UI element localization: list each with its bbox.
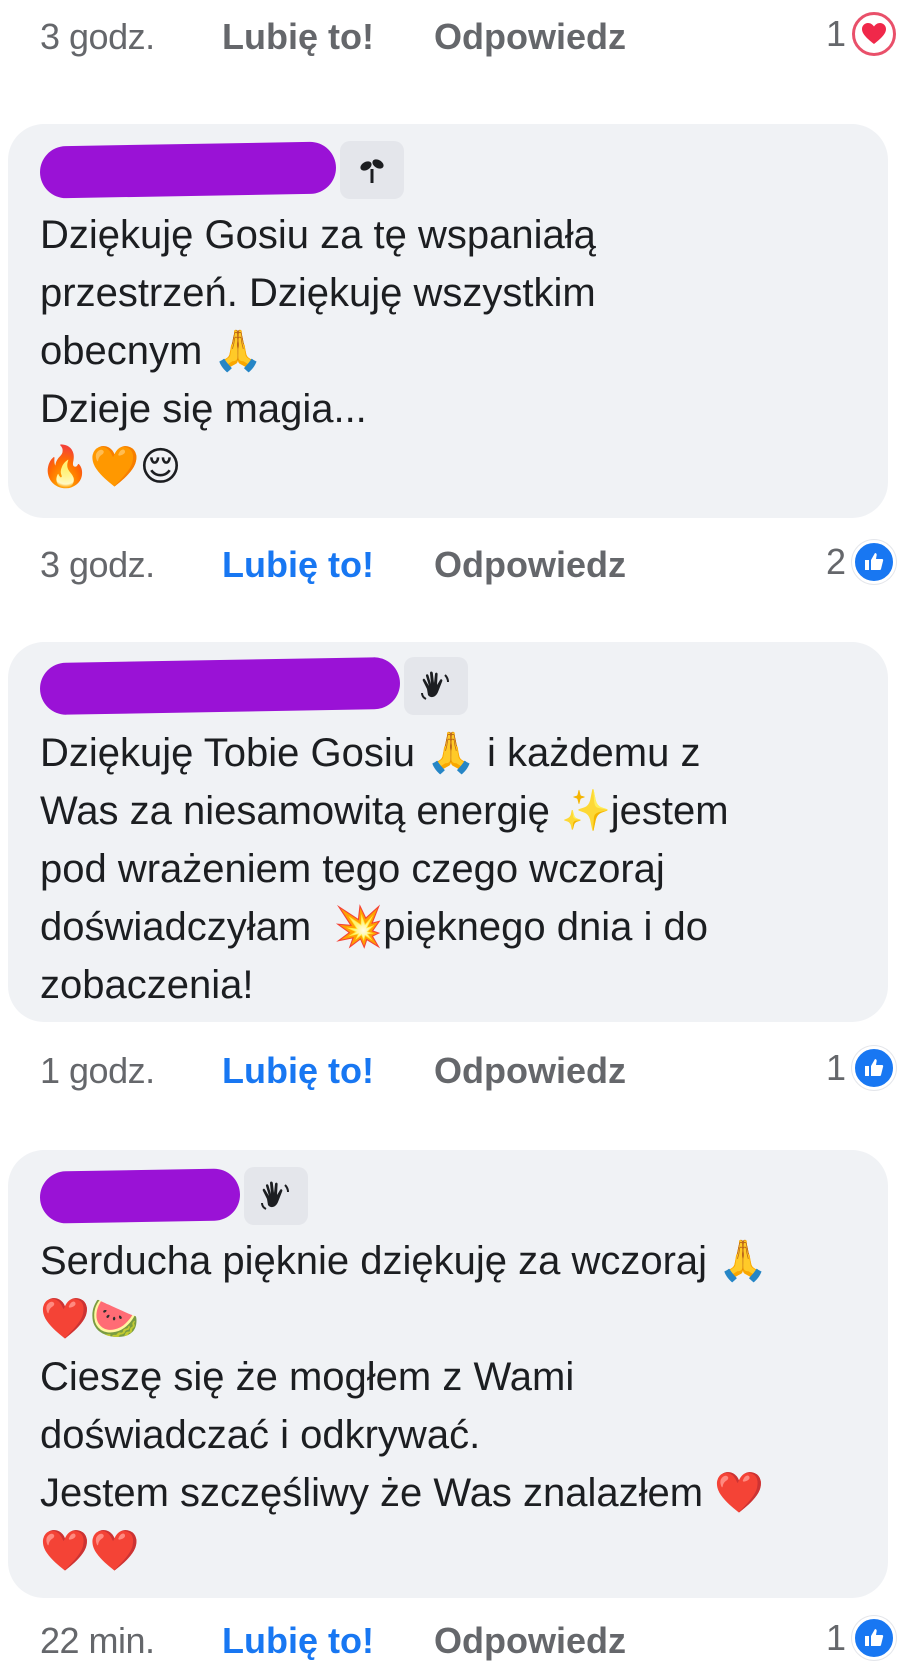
reply-button[interactable]: Odpowiedz [434,1050,626,1092]
comment-timestamp: 22 min. [40,1620,155,1661]
waving-hand-icon [404,657,468,715]
reaction-summary[interactable]: 2 [826,540,896,584]
reaction-count: 1 [825,1617,846,1658]
reaction-summary[interactable]: 1 [826,1616,896,1660]
author-name-redacted [39,141,337,199]
comment-bubble: Serducha pięknie dziękuję za wczoraj 🙏 ❤… [8,1150,888,1598]
reaction-summary[interactable]: 1 [826,12,896,56]
author-name-redacted [39,1168,241,1224]
comment-meta-row: 3 godz. Lubię to! Odpowiedz 2 [40,540,896,594]
reply-button[interactable]: Odpowiedz [434,16,626,58]
reaction-count: 1 [825,1047,846,1088]
heart-icon [852,12,896,56]
thumbs-up-icon [852,1046,896,1090]
comment-author[interactable] [39,656,468,716]
reaction-count: 1 [825,13,846,54]
comment-text: Dziękuję Gosiu za tę wspaniałą przestrze… [40,213,596,489]
reply-button[interactable]: Odpowiedz [434,1620,626,1662]
comment-bubble: Dziękuję Tobie Gosiu 🙏 i każdemu z Was z… [8,642,888,1022]
comment-meta-row: 1 godz. Lubię to! Odpowiedz 1 [40,1046,896,1100]
sprout-icon [340,141,404,199]
like-button[interactable]: Lubię to! [222,544,374,586]
comment-author[interactable] [39,1167,308,1225]
comment-text: Dziękuję Tobie Gosiu 🙏 i każdemu z Was z… [40,731,729,1007]
comment-bubble: Dziękuję Gosiu za tę wspaniałą przestrze… [8,124,888,518]
reply-button[interactable]: Odpowiedz [434,544,626,586]
comment-timestamp: 3 godz. [40,544,155,585]
like-button[interactable]: Lubię to! [222,1050,374,1092]
waving-hand-icon [244,1167,308,1225]
reaction-summary[interactable]: 1 [826,1046,896,1090]
comment-text: Serducha pięknie dziękuję za wczoraj 🙏 ❤… [40,1239,768,1573]
comment-author[interactable] [39,141,404,199]
comment-meta-row: 3 godz. Lubię to! Odpowiedz 1 [40,12,896,66]
comment-timestamp: 3 godz. [40,16,155,57]
author-name-redacted [39,656,401,716]
comment-meta-row: 22 min. Lubię to! Odpowiedz 1 [40,1616,896,1670]
comment-timestamp: 1 godz. [40,1050,155,1091]
thumbs-up-icon [852,540,896,584]
like-button[interactable]: Lubię to! [222,16,374,58]
like-button[interactable]: Lubię to! [222,1620,374,1662]
thumbs-up-icon [852,1616,896,1660]
reaction-count: 2 [825,541,846,582]
